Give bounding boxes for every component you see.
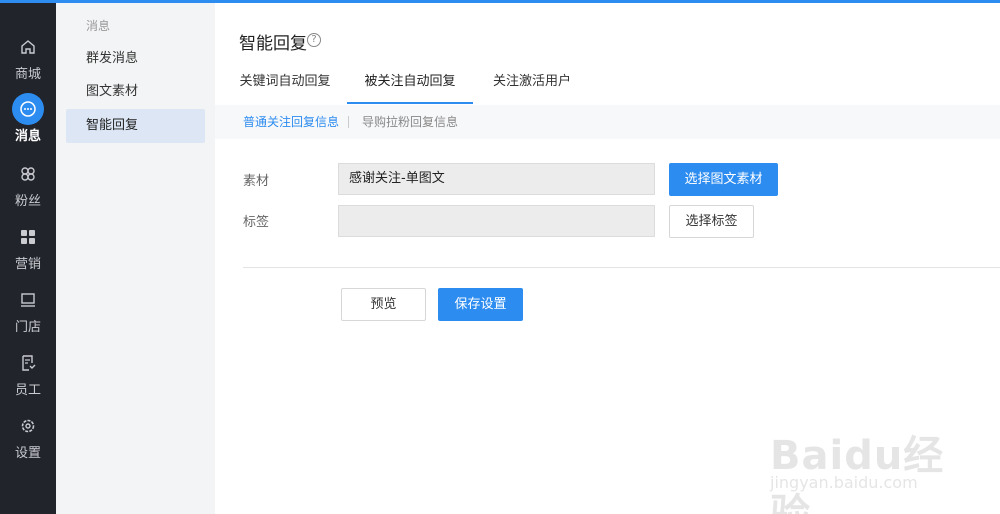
watermark: Baidu经验 jingyan.baidu.com	[760, 405, 980, 514]
subtab-separator	[348, 116, 349, 128]
tab-active-indicator	[347, 102, 473, 104]
gear-icon	[16, 414, 40, 438]
rail-item-settings[interactable]: 设置	[0, 408, 56, 468]
material-label: 素材	[243, 174, 270, 189]
subtab-guide-follow[interactable]: 导购拉粉回复信息	[362, 105, 458, 139]
watermark-logo: Baidu经验	[770, 433, 945, 514]
rail-item-mall[interactable]: 商城	[0, 29, 56, 89]
rail-item-label: 营销	[14, 257, 41, 272]
form-divider	[243, 267, 1000, 268]
rail-item-staff[interactable]: 员工	[0, 345, 56, 405]
fans-icon	[16, 162, 40, 186]
home-icon	[16, 35, 40, 59]
tab-follow-reply[interactable]: 被关注自动回复	[347, 65, 473, 105]
help-icon[interactable]: ?	[307, 33, 321, 47]
rail-item-fans[interactable]: 粉丝	[0, 156, 56, 216]
rail-item-marketing[interactable]: 营销	[0, 219, 56, 279]
grid-icon	[16, 225, 40, 249]
page-title: 智能回复	[239, 34, 307, 54]
select-tag-button[interactable]: 选择标签	[669, 205, 754, 238]
rail-item-label: 消息	[14, 129, 41, 144]
rail-item-store[interactable]: 门店	[0, 282, 56, 342]
material-field[interactable]: 感谢关注-单图文	[338, 163, 655, 195]
subnav-group-title: 消息	[86, 19, 111, 33]
subtab-normal-follow[interactable]: 普通关注回复信息	[243, 105, 339, 139]
rail-item-label: 粉丝	[14, 194, 41, 209]
main-nav-rail: 商城 消息 粉丝 营销 门店 员工 设置	[0, 3, 56, 514]
watermark-url: jingyan.baidu.com	[770, 473, 918, 492]
secondary-sidebar: 消息 群发消息 图文素材 智能回复	[56, 3, 215, 514]
chat-icon	[12, 93, 44, 125]
staff-icon	[16, 351, 40, 375]
rail-item-label: 门店	[14, 320, 41, 335]
rail-item-label: 员工	[14, 383, 41, 398]
subtab-bar: 普通关注回复信息 导购拉粉回复信息	[215, 105, 1000, 139]
save-settings-button[interactable]: 保存设置	[438, 288, 523, 321]
tab-bar: 关键词自动回复 被关注自动回复 关注激活用户	[215, 65, 1000, 105]
subnav-item-smart-reply[interactable]: 智能回复	[66, 109, 205, 143]
tag-label: 标签	[243, 215, 270, 230]
subnav-item-materials[interactable]: 图文素材	[66, 75, 205, 109]
rail-item-message[interactable]: 消息	[0, 91, 56, 151]
tag-field[interactable]	[338, 205, 655, 237]
tab-keyword-reply[interactable]: 关键词自动回复	[239, 65, 331, 105]
preview-button[interactable]: 预览	[341, 288, 426, 321]
monitor-icon	[16, 288, 40, 312]
rail-item-label: 商城	[14, 67, 41, 82]
select-material-button[interactable]: 选择图文素材	[669, 163, 778, 196]
tab-activate-users[interactable]: 关注激活用户	[487, 65, 577, 105]
subnav-item-broadcast[interactable]: 群发消息	[66, 42, 205, 76]
rail-item-label: 设置	[14, 446, 41, 461]
